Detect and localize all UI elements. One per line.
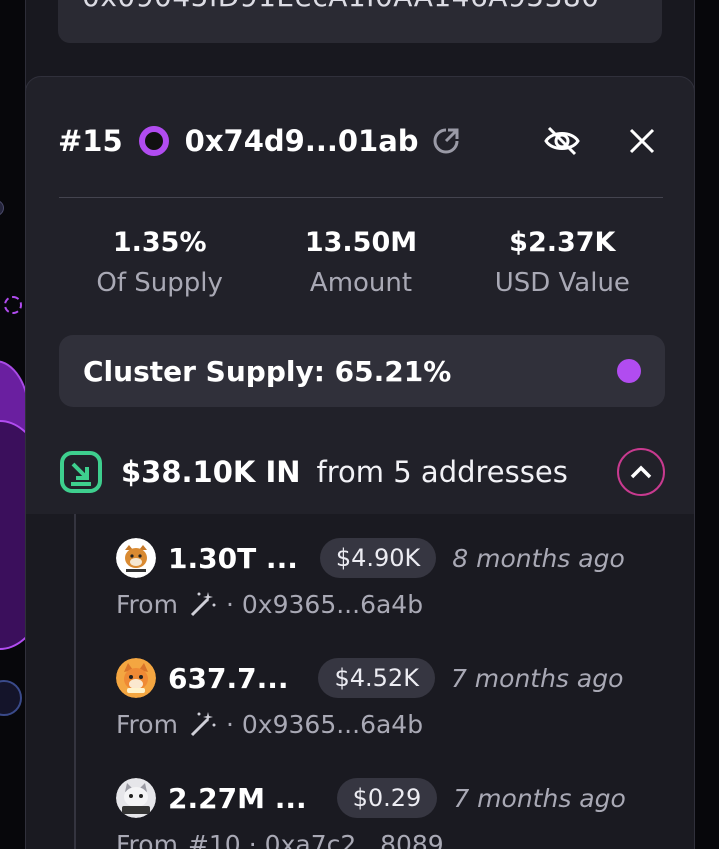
external-link-icon[interactable] [431,126,461,156]
card-header: #15 0x74d9...01ab [58,121,662,161]
stat-label: USD Value [494,268,630,298]
holder-rank: #15 [58,124,123,158]
transaction-item[interactable]: 2.27M ... $0.29 7 months ago From #10 · … [116,776,676,849]
tx-from-label: From [116,829,178,849]
separator-dot: · [225,589,234,619]
timeline-line [74,514,76,849]
stat-label: Amount [309,268,413,298]
separator-dot: · [225,709,234,739]
stat-usd-value: $2.37K USD Value [462,227,663,307]
header-divider [59,197,663,198]
inflow-download-icon [60,451,102,493]
cluster-supply-text: Cluster Supply: 65.21% [83,354,452,388]
holder-stats: 1.35% Of Supply 13.50M Amount $2.37K USD… [59,227,663,307]
collapse-button[interactable] [617,448,665,496]
chevron-up-icon [630,465,652,479]
tx-usd-badge: $4.52K [318,658,435,698]
tiger-token-icon [116,538,156,578]
tx-token-amount: 2.27M ... [168,781,307,815]
wiki-cat-token-icon [116,778,156,818]
tx-timestamp: 8 months ago [452,543,625,573]
tx-sender-address[interactable]: 0x9365...6a4b [242,590,423,619]
tx-sender-rank: #10 [187,829,241,849]
previous-address-box: 0x09045ID91EecA1I0AA146A95380 [58,0,662,43]
tx-token-amount: 1.30T ... [168,541,298,575]
tx-usd-badge: $0.29 [336,778,438,818]
previous-address-text: 0x09045ID91EecA1I0AA146A95380 [82,0,600,13]
inflow-amount: $38.10K IN [121,455,301,489]
close-icon[interactable] [622,121,662,161]
transaction-item[interactable]: 1.30T ... $4.90K 8 months ago From · 0x9… [116,536,676,636]
cluster-color-dot [138,126,169,156]
stat-supply: 1.35% Of Supply [59,227,260,307]
stat-value: $2.37K [509,227,616,258]
tx-token-amount: 637.7... [168,661,289,695]
tx-sender-address[interactable]: 0x9365...6a4b [242,710,423,739]
tx-from-label: From [116,709,178,739]
transaction-item[interactable]: 637.7... $4.52K 7 months ago From · 0x93… [116,656,676,756]
magic-wand-icon [190,592,216,617]
cluster-dot [617,359,641,383]
tx-timestamp: 7 months ago [453,783,626,813]
holder-address[interactable]: 0x74d9...01ab [185,124,419,158]
hide-icon[interactable] [542,121,582,161]
stat-value: 13.50M [304,227,418,258]
holder-detail-card: #15 0x74d9...01ab 1.35% Of Supply 13.50M… [25,76,695,849]
tx-sender-address[interactable]: 0xa7c2...8089 [265,830,444,849]
tx-usd-badge: $4.90K [319,538,437,578]
inflow-transactions-list: 1.30T ... $4.90K 8 months ago From · 0x9… [26,514,694,849]
tx-from-label: From [116,589,178,619]
stat-label: Of Supply [96,268,223,298]
inflow-source-count: from 5 addresses [316,455,568,489]
stat-value: 1.35% [112,227,207,258]
tx-timestamp: 7 months ago [450,663,624,693]
stat-amount: 13.50M Amount [260,227,461,307]
magic-wand-icon [190,712,216,737]
cluster-supply-bar[interactable]: Cluster Supply: 65.21% [59,335,665,407]
separator-dot: · [248,829,257,849]
inflow-summary-row[interactable]: $38.10K IN from 5 addresses [59,442,665,502]
fox-token-icon [116,658,156,698]
